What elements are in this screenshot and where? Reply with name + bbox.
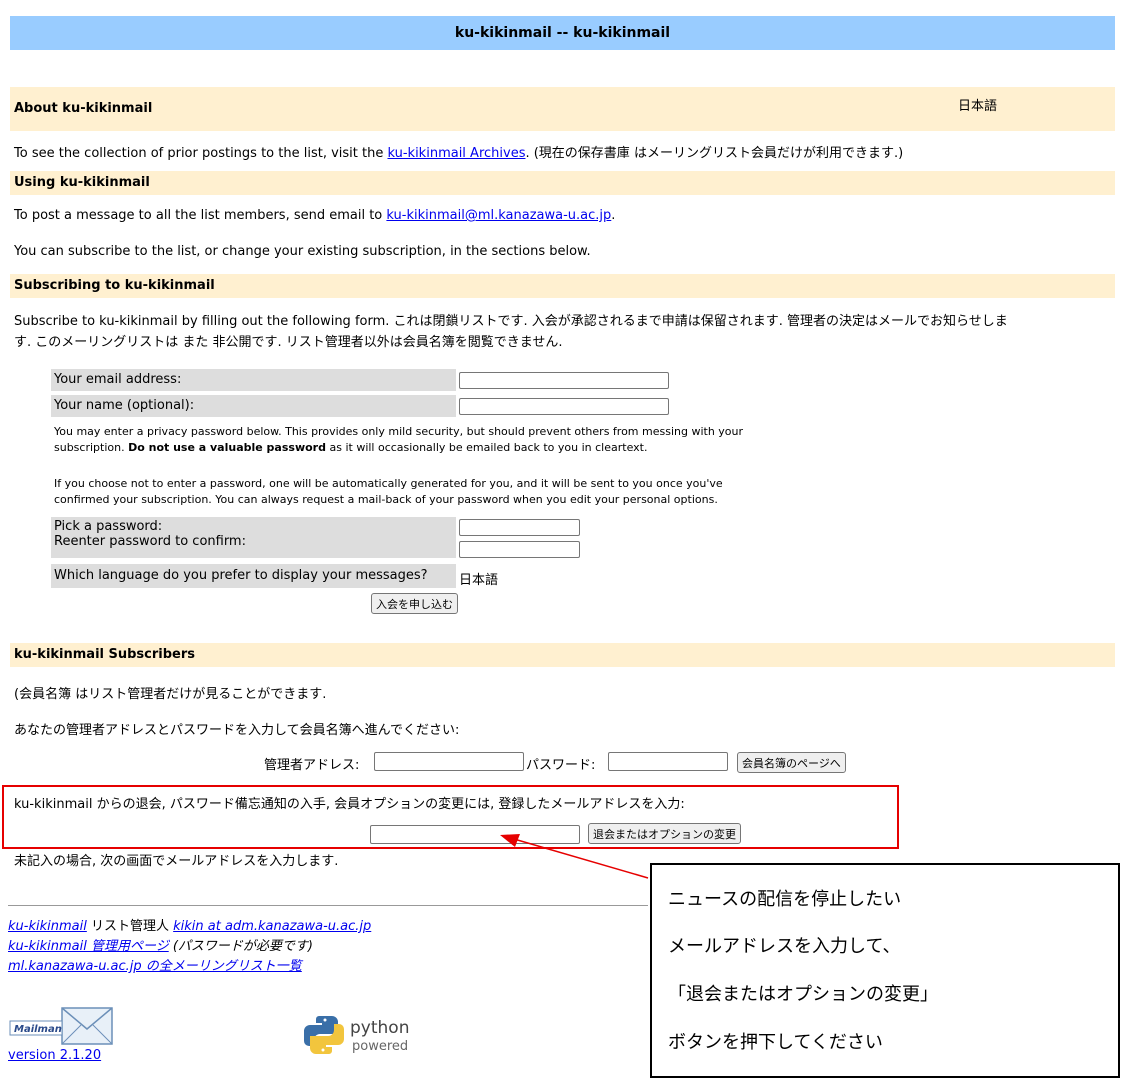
svg-text:python: python [350, 1018, 409, 1038]
annotation-line1: ニュースの配信を停止したい [668, 889, 902, 910]
privacy-note-line1: You may enter a privacy password below. … [54, 425, 744, 438]
svg-text:Mailman: Mailman [14, 1024, 62, 1035]
email-label: Your email address: [51, 369, 456, 391]
about-heading: About ku-kikinmail [10, 87, 958, 131]
unsubscribe-prompt: ku-kikinmail からの退会, パスワード備忘通知の入手, 会員オプショ… [14, 797, 685, 812]
auto-password-note-line2: confirmed your subscription. You can alw… [54, 493, 718, 506]
admin-address-label: 管理者アドレス: [264, 758, 360, 773]
svg-text:powered: powered [352, 1039, 408, 1054]
subscribe-desc-line1: Subscribe to ku-kikinmail by filling out… [14, 314, 1008, 329]
pick-password-label: Pick a password: [54, 519, 163, 534]
name-field[interactable] [459, 398, 669, 415]
archives-link[interactable]: ku-kikinmail Archives [387, 146, 525, 161]
password-confirm-field[interactable] [459, 541, 580, 558]
list-email-link[interactable]: ku-kikinmail@ml.kanazawa-u.ac.jp [386, 208, 611, 223]
footer-line2: ku-kikinmail 管理用ページ (パスワードが必要です) [8, 939, 314, 954]
footer-line1: ku-kikinmail リスト管理人 kikin at adm.kanazaw… [8, 919, 372, 934]
annotation-callout: ニュースの配信を停止したい メールアドレスを入力して、 「退会またはオプションの… [650, 863, 1120, 1078]
annotation-line3: 「退会またはオプションの変更」 [668, 984, 938, 1005]
admin-password-label: パスワード: [526, 758, 596, 773]
subscribers-heading: ku-kikinmail Subscribers [10, 643, 1115, 667]
roster-note: (会員名簿 はリスト管理者だけが見ることができます. [14, 687, 327, 702]
list-info-link[interactable]: ku-kikinmail [8, 919, 87, 934]
name-label: Your name (optional): [51, 395, 456, 417]
post-text: To post a message to all the list member… [14, 208, 616, 223]
subscribing-heading: Subscribing to ku-kikinmail [10, 274, 1115, 298]
annotation-line4: ボタンを押下してください [668, 1032, 883, 1053]
admin-contact-link[interactable]: kikin at adm.kanazawa-u.ac.jp [173, 919, 371, 934]
admin-page-link[interactable]: ku-kikinmail 管理用ページ [8, 939, 169, 954]
password-labels: Pick a password: Reenter password to con… [51, 517, 456, 558]
subscribe-desc-line2: す. このメーリングリストは また 非公開です. リスト管理者以外は会員名簿を閲… [14, 335, 563, 350]
admin-prompt: あなたの管理者アドレスとパスワードを入力して会員名簿へ進んでください: [14, 723, 460, 738]
privacy-note-line2: subscription. Do not use a valuable pass… [54, 441, 648, 454]
subscribe-info: You can subscribe to the list, or change… [14, 244, 591, 259]
annotation-line2: メールアドレスを入力して、 [668, 936, 901, 957]
archives-text: To see the collection of prior postings … [14, 146, 904, 161]
language-indicator: 日本語 [958, 87, 1115, 131]
all-lists-link[interactable]: ml.kanazawa-u.ac.jp の全メーリングリスト一覧 [8, 959, 302, 974]
language-pref-value: 日本語 [459, 573, 499, 588]
mailman-logo: Mailman [9, 1007, 113, 1045]
admin-address-field[interactable] [374, 752, 524, 771]
footer-divider [8, 905, 648, 906]
password-field[interactable] [459, 519, 580, 536]
version-link[interactable]: version 2.1.20 [8, 1048, 101, 1063]
subscribe-button[interactable]: 入会を申し込む [371, 593, 458, 614]
confirm-password-label: Reenter password to confirm: [54, 534, 246, 549]
language-pref-label: Which language do you prefer to display … [51, 564, 456, 588]
admin-password-field[interactable] [608, 752, 728, 771]
blank-address-note: 未記入の場合, 次の画面でメールアドレスを入力します. [14, 854, 339, 869]
email-field[interactable] [459, 372, 669, 389]
python-powered-logo: python powered [304, 1016, 409, 1054]
page-title: ku-kikinmail -- ku-kikinmail [10, 16, 1115, 50]
roster-button[interactable]: 会員名簿のページへ [737, 752, 846, 773]
auto-password-note-line1: If you choose not to enter a password, o… [54, 477, 723, 490]
annotation-arrow [500, 834, 649, 879]
footer-line3: ml.kanazawa-u.ac.jp の全メーリングリスト一覧 [8, 955, 302, 974]
using-heading: Using ku-kikinmail [10, 171, 1115, 195]
